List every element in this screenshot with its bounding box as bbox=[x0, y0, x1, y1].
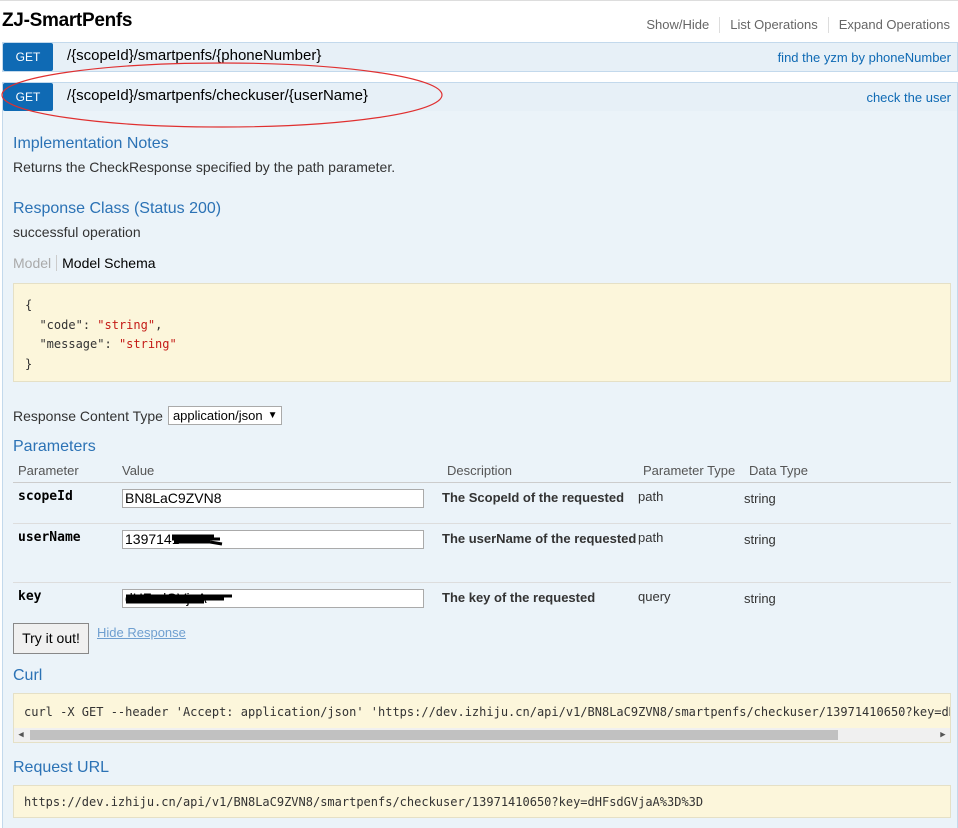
param-type: query bbox=[638, 588, 671, 604]
api-header: ZJ-SmartPenfs Show/Hide List Operations … bbox=[0, 0, 958, 42]
param-name: userName bbox=[13, 523, 117, 583]
scrollbar-thumb[interactable] bbox=[30, 730, 838, 740]
param-data-type: string bbox=[744, 482, 951, 524]
response-class-text: successful operation bbox=[13, 224, 141, 240]
tab-model-schema[interactable]: Model Schema bbox=[57, 255, 155, 271]
operation-path[interactable]: /{scopeId}/smartpenfs/{phoneNumber} bbox=[67, 47, 321, 64]
curl-command-text: curl -X GET --header 'Accept: applicatio… bbox=[24, 705, 951, 719]
dropdown-caret-icon: ▼ bbox=[267, 410, 278, 421]
param-type: path bbox=[638, 482, 744, 524]
operation-path[interactable]: /{scopeId}/smartpenfs/checkuser/{userNam… bbox=[67, 87, 368, 104]
operation-summary-link[interactable]: check the user bbox=[866, 90, 951, 105]
col-value: Value bbox=[117, 460, 442, 483]
param-value-cell: dHFsdGVjaA bbox=[117, 582, 442, 616]
col-parameter: Parameter bbox=[13, 460, 117, 483]
show-hide-link[interactable]: Show/Hide bbox=[636, 17, 721, 33]
col-description: Description bbox=[442, 460, 638, 483]
schema-code-key: "code" bbox=[39, 317, 83, 332]
curl-command-box: curl -X GET --header 'Accept: applicatio… bbox=[13, 693, 951, 743]
api-title[interactable]: ZJ-SmartPenfs bbox=[2, 10, 133, 32]
username-input[interactable]: 1397141 bbox=[122, 529, 424, 549]
model-schema-code: { "code": "string", "message": "string" … bbox=[13, 283, 951, 382]
col-data-type: Data Type bbox=[744, 460, 951, 483]
get-method-badge[interactable]: GET bbox=[3, 43, 53, 71]
table-row: scopeId BN8LaC9ZVN8 The ScopeId of the r… bbox=[13, 482, 951, 524]
hide-response-link[interactable]: Hide Response bbox=[97, 625, 186, 640]
scroll-left-arrow-icon[interactable]: ◀ bbox=[14, 728, 28, 742]
param-value-cell: BN8LaC9ZVN8 bbox=[117, 482, 442, 524]
param-data-type: string bbox=[744, 590, 776, 606]
tab-model[interactable]: Model bbox=[13, 255, 58, 271]
request-url-box: https://dev.izhiju.cn/api/v1/BN8LaC9ZVN8… bbox=[13, 785, 951, 818]
param-type: path bbox=[638, 523, 744, 583]
implementation-notes-heading: Implementation Notes bbox=[13, 135, 169, 152]
param-description: The key of the requested bbox=[442, 589, 596, 605]
param-description: The userName of the requested bbox=[442, 523, 638, 583]
param-value-cell: 1397141 bbox=[117, 523, 442, 583]
scroll-right-arrow-icon[interactable]: ▶ bbox=[936, 728, 950, 742]
parameters-table: Parameter Value Description Parameter Ty… bbox=[13, 460, 951, 616]
scopeid-input[interactable]: BN8LaC9ZVN8 bbox=[122, 488, 424, 508]
response-content-type-row: Response Content Type application/json ▼ bbox=[13, 406, 283, 425]
param-description: The ScopeId of the requested bbox=[442, 482, 638, 524]
response-class-heading: Response Class (Status 200) bbox=[13, 200, 222, 217]
operation-row-checkuser[interactable]: GET /{scopeId}/smartpenfs/checkuser/{use… bbox=[2, 82, 958, 112]
param-name: key bbox=[18, 588, 42, 604]
response-content-type-label: Response Content Type bbox=[13, 407, 163, 424]
col-parameter-type: Parameter Type bbox=[638, 460, 744, 483]
parameters-header-row: Parameter Value Description Parameter Ty… bbox=[13, 460, 951, 483]
schema-code-value: "string" bbox=[97, 317, 156, 332]
parameters-heading: Parameters bbox=[13, 438, 96, 455]
schema-message-value: "string" bbox=[118, 337, 177, 351]
try-it-out-button[interactable]: Try it out! bbox=[13, 623, 89, 654]
implementation-notes-text: Returns the CheckResponse specified by t… bbox=[13, 159, 396, 175]
table-row: key dHFsdGVjaA The key of the requested … bbox=[13, 582, 951, 616]
operation-row-phone-number[interactable]: GET /{scopeId}/smartpenfs/{phoneNumber} … bbox=[2, 42, 958, 72]
schema-close-brace: } bbox=[25, 356, 33, 371]
table-row: userName 1397141 The userName of the req… bbox=[13, 523, 951, 583]
schema-open-brace: { bbox=[25, 298, 33, 312]
list-operations-link[interactable]: List Operations bbox=[720, 17, 829, 33]
get-method-badge[interactable]: GET bbox=[3, 83, 53, 111]
param-name: scopeId bbox=[13, 482, 117, 524]
response-content-type-select[interactable]: application/json ▼ bbox=[167, 406, 283, 425]
expand-operations-link[interactable]: Expand Operations bbox=[829, 17, 950, 33]
schema-message-key: "message" bbox=[39, 337, 105, 351]
horizontal-scrollbar[interactable]: ◀ ▶ bbox=[14, 728, 950, 742]
key-input[interactable]: dHFsdGVjaA bbox=[122, 588, 424, 608]
response-content-type-value: application/json bbox=[172, 408, 263, 423]
curl-heading: Curl bbox=[13, 667, 43, 684]
operation-summary-link[interactable]: find the yzm by phoneNumber bbox=[778, 50, 951, 65]
model-tabs: Model Model Schema bbox=[13, 255, 156, 271]
request-url-heading: Request URL bbox=[13, 759, 110, 776]
param-data-type: string bbox=[744, 523, 951, 583]
header-links: Show/Hide List Operations Expand Operati… bbox=[636, 17, 950, 33]
